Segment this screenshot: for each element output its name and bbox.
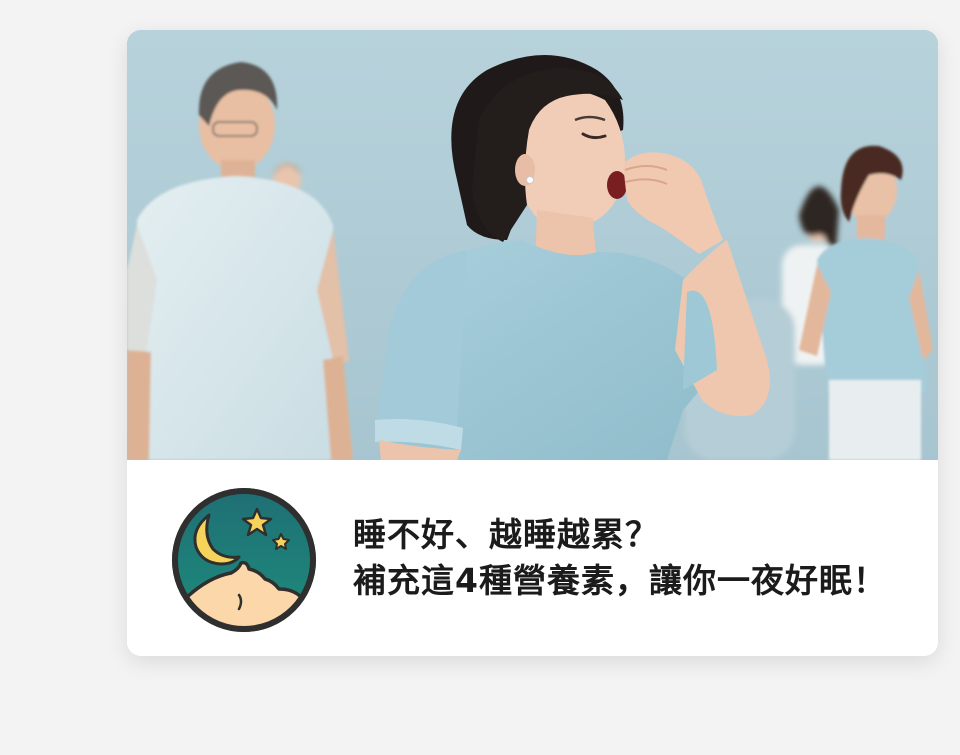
card-caption: 睡不好、越睡越累？ 補充這4種營養素，讓你一夜好眠！ — [127, 460, 938, 656]
headline-line-1: 睡不好、越睡越累？ — [353, 515, 659, 554]
article-headline[interactable]: 睡不好、越睡越累？ 補充這4種營養素，讓你一夜好眠！ — [353, 512, 923, 604]
sleep-moon-stars-icon — [169, 485, 319, 635]
headline-line-2: 補充這4種營養素，讓你一夜好眠！ — [353, 561, 887, 600]
article-card[interactable]: 睡不好、越睡越累？ 補充這4種營養素，讓你一夜好眠！ — [127, 30, 938, 656]
hero-photo — [127, 30, 938, 460]
photo-woman-yawning-among-adults — [127, 30, 938, 460]
